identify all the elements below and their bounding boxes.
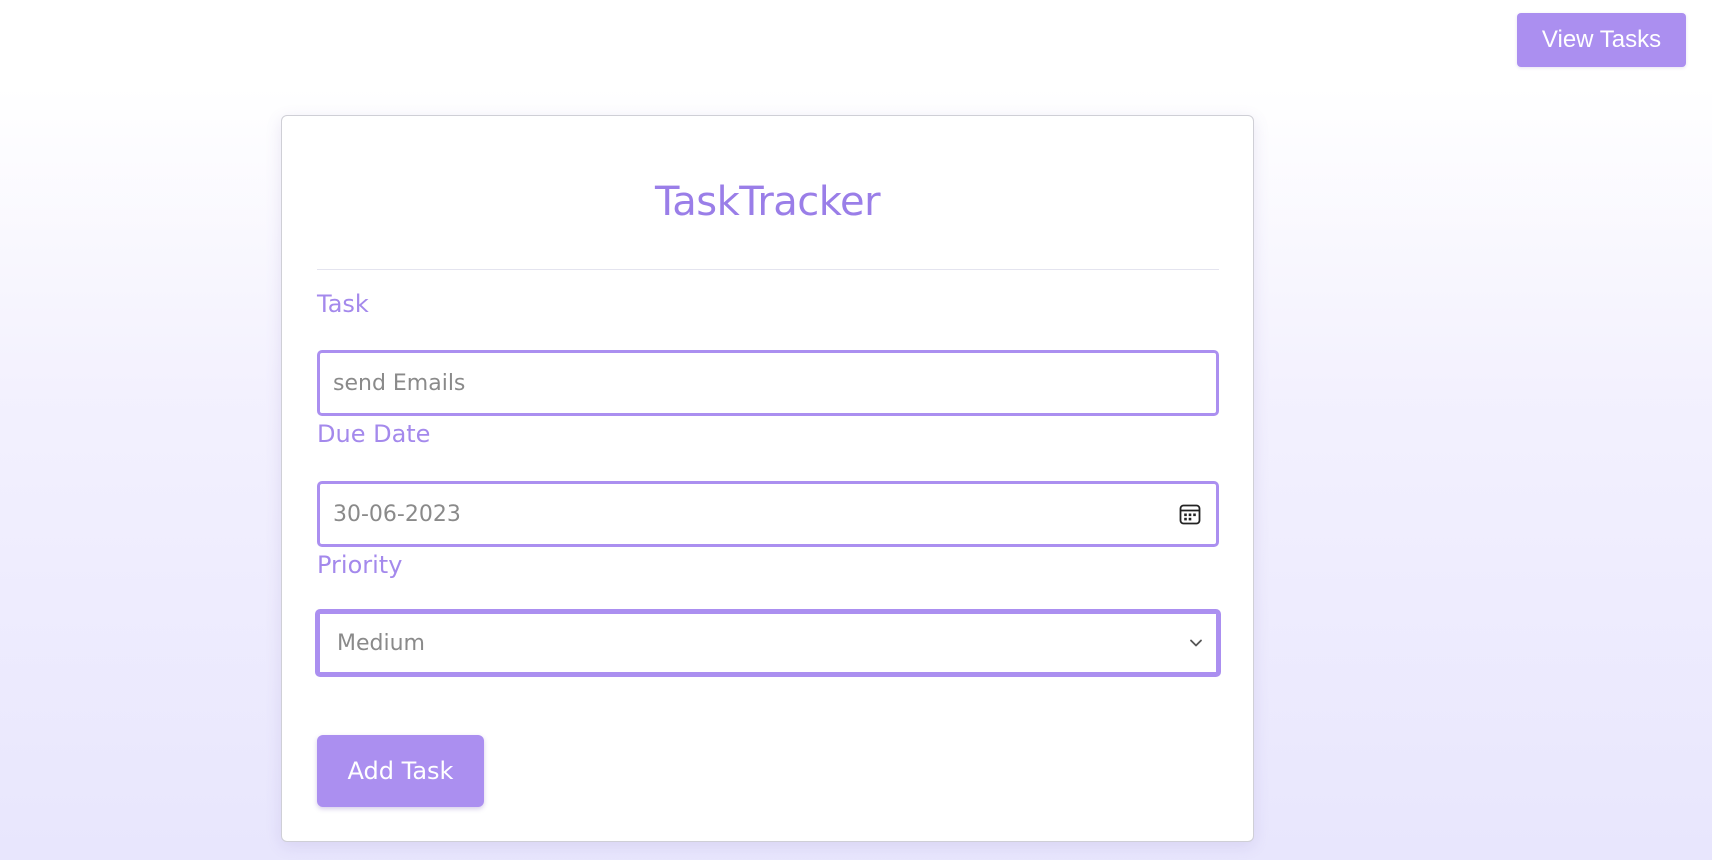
add-task-button[interactable]: Add Task bbox=[317, 735, 484, 807]
task-input[interactable]: send Emails bbox=[317, 350, 1219, 416]
priority-label: Priority bbox=[317, 551, 403, 579]
view-tasks-button[interactable]: View Tasks bbox=[1517, 13, 1686, 67]
priority-selected-value: Medium bbox=[337, 630, 425, 656]
due-date-label: Due Date bbox=[317, 420, 431, 448]
chevron-down-icon bbox=[1190, 639, 1202, 647]
priority-select[interactable]: Medium bbox=[315, 609, 1221, 677]
calendar-icon[interactable] bbox=[1178, 502, 1202, 526]
task-input-value: send Emails bbox=[333, 370, 466, 396]
task-label: Task bbox=[317, 290, 369, 318]
due-date-value: 30-06-2023 bbox=[333, 501, 461, 527]
task-form-card: TaskTracker Task send Emails Due Date 30… bbox=[281, 115, 1254, 842]
page-title: TaskTracker bbox=[654, 179, 881, 225]
due-date-input[interactable]: 30-06-2023 bbox=[317, 481, 1219, 547]
title-divider bbox=[317, 269, 1219, 270]
